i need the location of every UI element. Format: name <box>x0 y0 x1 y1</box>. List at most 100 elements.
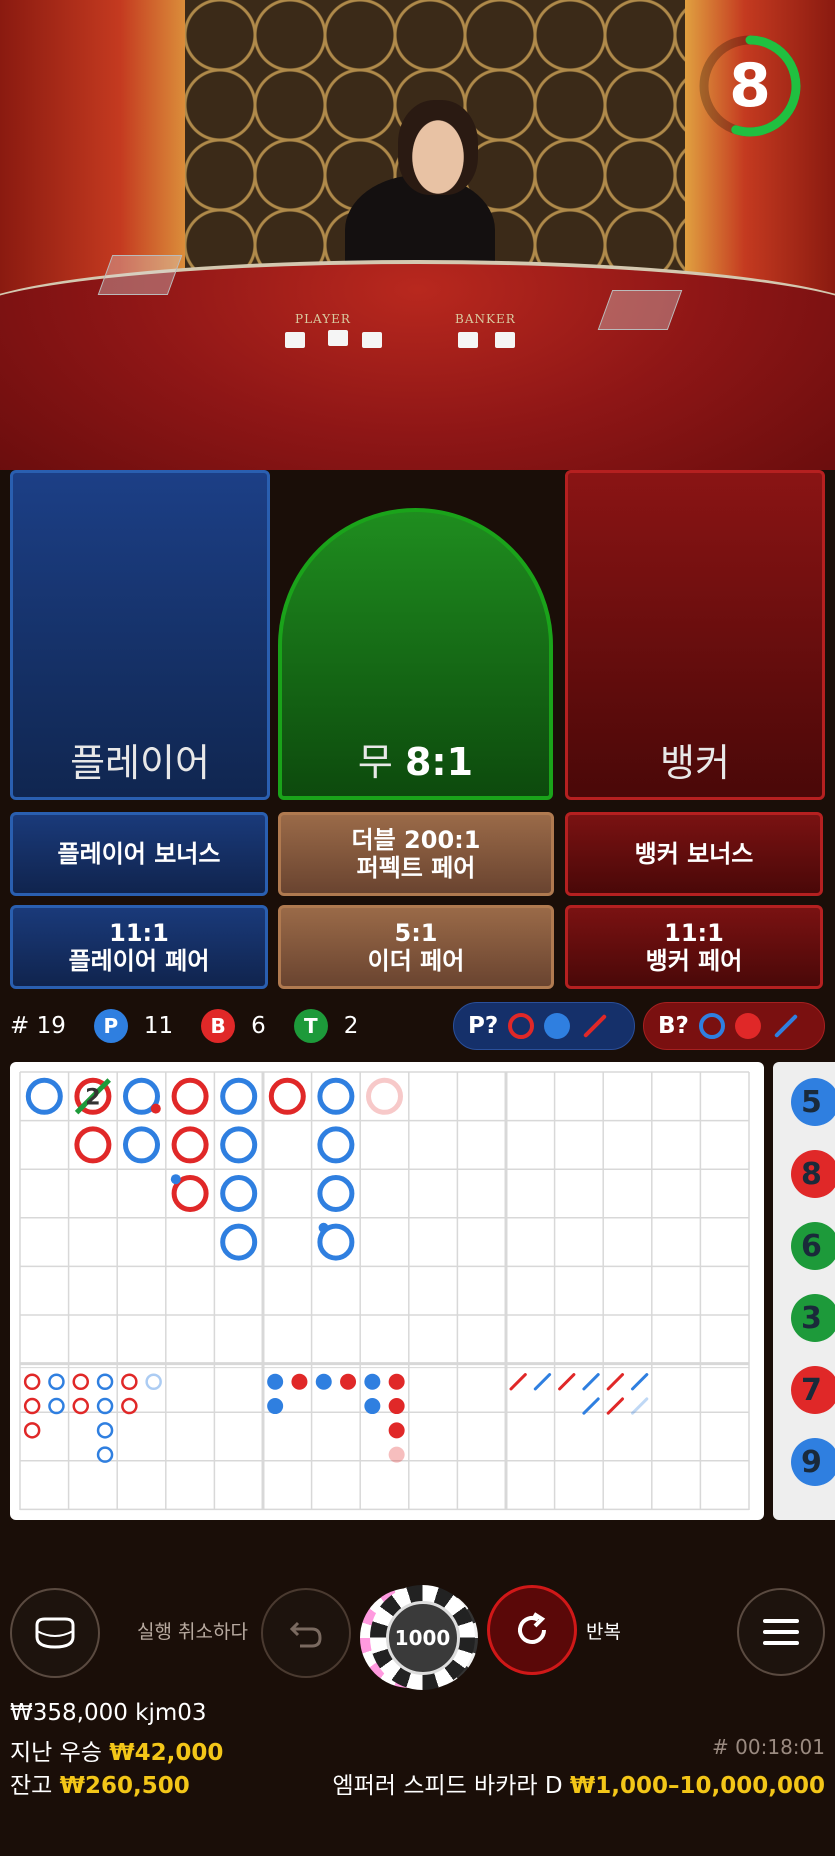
red-slash-icon <box>583 1013 608 1039</box>
bet-spot-banker[interactable]: 뱅커 <box>565 470 825 800</box>
player-wins-badge: P <box>93 1009 128 1043</box>
undo-label: 실행 취소하다 <box>137 1621 248 1643</box>
big-eye-road-mark <box>23 1422 41 1439</box>
tie-count: 2 <box>343 1013 359 1039</box>
game-id: # 00:18:01 <box>712 1735 825 1759</box>
small-road-mark <box>364 1398 381 1415</box>
small-road-mark <box>267 1398 284 1415</box>
big-road-ring <box>171 1126 209 1164</box>
bead-road-ball: 9 <box>791 1438 835 1486</box>
bead-road-ball: 3 <box>791 1294 835 1342</box>
bet-player-bonus[interactable]: 플레이어 보너스 <box>10 812 268 896</box>
table-name: 엠퍼러 스피드 바카라 D <box>332 1773 563 1799</box>
repeat-button[interactable] <box>487 1585 577 1675</box>
bead-road-ball: 5 <box>791 1078 835 1126</box>
predict-banker-label: B? <box>658 1013 689 1039</box>
roadmap-scoreboard[interactable]: 2 <box>10 1062 764 1520</box>
small-road-mark <box>388 1398 405 1415</box>
hamburger-menu-icon <box>763 1619 799 1645</box>
blue-slash-icon <box>773 1013 798 1039</box>
pair-dot <box>318 1222 329 1233</box>
small-road-mark <box>267 1373 284 1390</box>
tie-count-badge: T <box>293 1009 328 1043</box>
tie-count-mark: 2 <box>85 1085 100 1110</box>
big-eye-road-mark <box>96 1446 114 1463</box>
bet-spot-tie[interactable]: 무 8:1 <box>278 508 553 800</box>
layout-toggle-button[interactable] <box>10 1588 100 1678</box>
pair-dot <box>170 1174 181 1185</box>
card-discard-holder <box>97 255 183 295</box>
undo-icon <box>289 1621 322 1648</box>
big-road-ring <box>220 1223 258 1261</box>
big-eye-road-mark <box>96 1373 114 1390</box>
red-ring-icon <box>508 1013 535 1039</box>
cockroach-road-mark <box>582 1397 600 1415</box>
balance-label: 잔고 <box>10 1773 53 1799</box>
dealer-head <box>398 100 478 195</box>
predict-banker-button[interactable]: B? <box>643 1002 825 1050</box>
big-road-ring <box>220 1175 258 1212</box>
bet-spot-tie-label: 무 <box>357 740 393 784</box>
cockroach-road-mark <box>509 1373 527 1391</box>
small-road-mark <box>364 1373 381 1390</box>
bet-banker-pair[interactable]: 11:1 뱅커 페어 <box>565 905 823 989</box>
player-card-1 <box>285 332 305 348</box>
total-bet: ₩358,000 kjm03 <box>10 1700 207 1726</box>
bet-spot-player-label: 플레이어 <box>70 741 210 785</box>
bet-perfect-pair[interactable]: 더블 200:1 퍼펙트 페어 <box>278 812 554 896</box>
blue-dot-icon <box>544 1013 571 1039</box>
round-stats: # 19 P 11 B 6 T 2 <box>10 1003 358 1049</box>
table-label-player: PLAYER <box>295 312 351 326</box>
cockroach-road-mark <box>606 1397 624 1415</box>
round-number: # 19 <box>10 1013 66 1039</box>
bet-player-pair[interactable]: 11:1 플레이어 페어 <box>10 905 268 989</box>
big-road-ring <box>74 1126 112 1164</box>
selected-chip[interactable]: 1000 <box>370 1585 475 1690</box>
big-road-ring <box>220 1077 258 1115</box>
banker-wins-count: 6 <box>251 1013 266 1039</box>
big-eye-road-mark <box>121 1397 138 1415</box>
table-layout-icon <box>35 1617 75 1649</box>
player-wins-count: 11 <box>143 1013 174 1039</box>
small-road-mark <box>388 1373 405 1390</box>
bead-road-panel[interactable]: 5 8 6 3 7 9 <box>773 1062 835 1520</box>
player-card-2 <box>328 330 348 346</box>
last-win: 지난 우승 ₩42,000 <box>10 1733 223 1767</box>
balance-value: ₩260,500 <box>59 1773 190 1799</box>
bet-banker-bonus[interactable]: 뱅커 보너스 <box>565 812 823 896</box>
big-road-ring <box>317 1175 355 1212</box>
table-label-banker: BANKER <box>455 312 516 326</box>
cockroach-road-mark <box>631 1397 649 1415</box>
bet-spot-tie-text: 무 8:1 <box>358 731 473 796</box>
bet-spot-player[interactable]: 플레이어 <box>10 470 270 800</box>
big-eye-road-mark <box>145 1373 162 1390</box>
table-limits: ₩1,000–10,000,000 <box>569 1773 825 1799</box>
last-win-label: 지난 우승 <box>10 1740 102 1766</box>
cockroach-road-mark <box>558 1373 576 1391</box>
repeat-icon <box>518 1612 546 1644</box>
big-eye-road-mark <box>23 1373 41 1390</box>
small-road-mark <box>315 1373 332 1390</box>
blue-ring-icon <box>698 1013 725 1039</box>
small-road-mark <box>340 1373 357 1390</box>
banker-card-2 <box>495 332 515 348</box>
big-road-ring <box>317 1126 355 1164</box>
countdown-timer-value: 8 <box>729 51 771 121</box>
cockroach-road-mark <box>606 1373 624 1391</box>
bead-road-ball: 7 <box>791 1366 835 1414</box>
predict-player-button[interactable]: P? <box>453 1002 635 1050</box>
bet-spot-banker-label: 뱅커 <box>660 741 730 785</box>
selected-chip-value: 1000 <box>385 1600 460 1675</box>
big-road-ring <box>268 1077 306 1115</box>
bead-road-ball: 8 <box>791 1150 835 1198</box>
cockroach-road-mark <box>631 1373 649 1391</box>
banker-card-1 <box>458 332 478 348</box>
player-card-3 <box>362 332 382 348</box>
repeat-label: 반복 <box>586 1621 621 1643</box>
table-info: 엠퍼러 스피드 바카라 D ₩1,000–10,000,000 <box>332 1766 825 1800</box>
menu-button[interactable] <box>737 1588 825 1676</box>
bet-either-pair[interactable]: 5:1 이더 페어 <box>278 905 554 989</box>
big-eye-road-mark <box>121 1373 138 1390</box>
card-shoe <box>597 290 683 330</box>
undo-button[interactable] <box>261 1588 351 1678</box>
